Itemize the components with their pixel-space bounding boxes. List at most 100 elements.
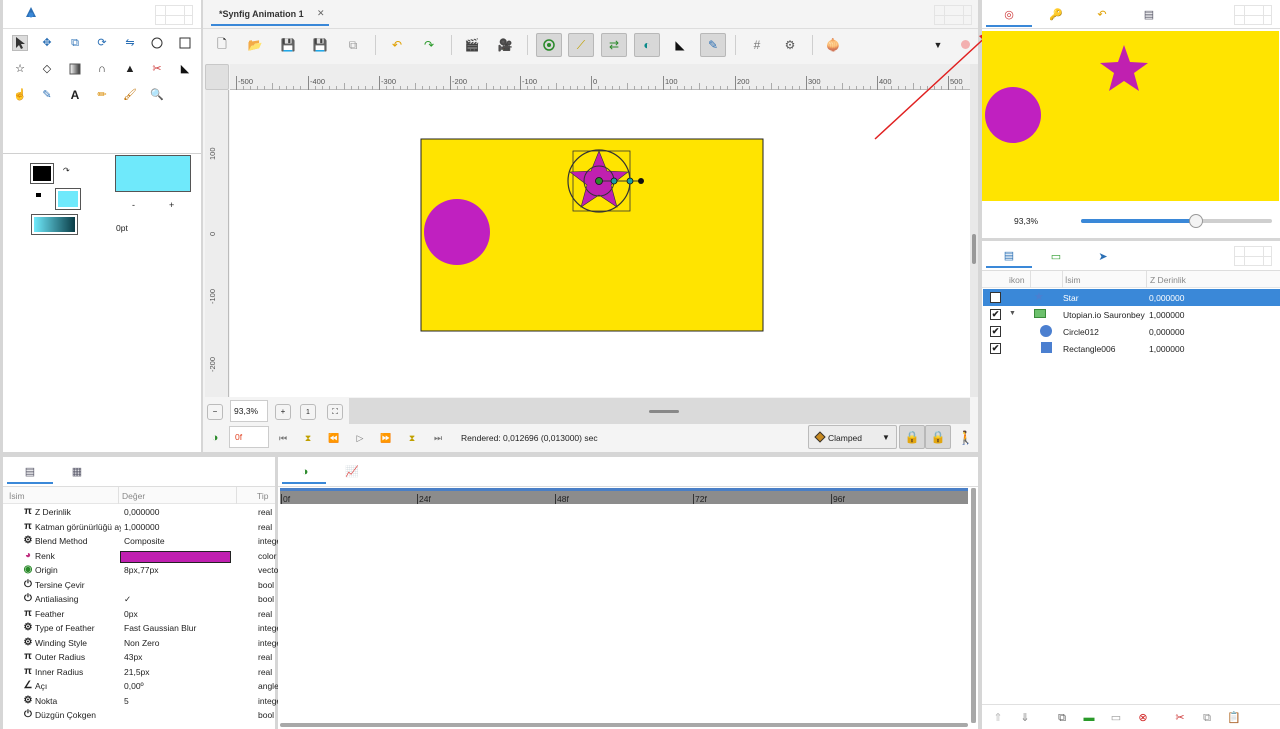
save-all-icon[interactable]: ⧉ <box>340 33 366 57</box>
history-tab-icon[interactable]: ↶ <box>1094 7 1110 23</box>
brush-size-increase[interactable]: + <box>169 200 174 210</box>
param-value[interactable]: 43px <box>124 652 142 662</box>
param-row[interactable]: πZ Derinlik 0,000000 real <box>3 506 278 521</box>
param-row[interactable]: π Inner Radius 21,5px real <box>3 666 278 681</box>
layers-header-zdepth[interactable]: Z Derinlik <box>1150 275 1186 285</box>
curves-tab-icon[interactable]: 📈 <box>344 464 360 480</box>
close-tab-icon[interactable]: ✕ <box>317 8 325 19</box>
navigator-tab[interactable]: ◎ <box>986 4 1032 27</box>
redo-icon[interactable]: ↷ <box>416 33 442 57</box>
layers-header-icon[interactable]: ikon <box>1009 275 1025 285</box>
outline-color-swatch[interactable] <box>30 163 54 184</box>
show-position-handles-icon[interactable] <box>536 33 562 57</box>
polygon-tool-icon[interactable]: ◇ <box>39 61 55 77</box>
encapsulate-icon[interactable]: ▭ <box>1108 710 1124 726</box>
save-as-icon[interactable]: 💾 <box>307 33 333 57</box>
param-row[interactable]: ⚙Winding Style Non Zero intege <box>3 637 278 652</box>
param-row[interactable]: ⏻ Tersine Çevir bool <box>3 579 278 594</box>
delete-layer-icon[interactable]: ⊗ <box>1135 710 1151 726</box>
layer-name[interactable]: Circle012 <box>1063 327 1099 337</box>
navigator-zoom-slider[interactable] <box>1081 214 1272 228</box>
param-row[interactable]: ⚙Type of Feather Fast Gaussian Blur intege <box>3 622 278 637</box>
zoom-in-icon[interactable]: + <box>275 404 291 420</box>
next-frame-icon[interactable]: ⏩ <box>378 430 394 446</box>
width-tool-icon[interactable]: ◣ <box>177 61 193 77</box>
param-row[interactable]: π Katman görünürlüğü ay 1,000000 real <box>3 521 278 536</box>
ruler-corner[interactable] <box>205 64 229 90</box>
lock-past-keyframe-icon[interactable]: 🔒 <box>899 425 925 449</box>
prev-keyframe-icon[interactable]: ⧗ <box>300 430 316 446</box>
param-value[interactable]: Fast Gaussian Blur <box>124 623 196 633</box>
animation-mode-toggle-icon[interactable]: 🚶 <box>958 429 974 445</box>
raise-layer-icon[interactable]: ⇑ <box>990 710 1006 726</box>
brush-size-decrease[interactable]: - <box>132 200 135 210</box>
show-tangent-handles-icon[interactable]: ⟋ <box>568 33 594 57</box>
gradient-swatch[interactable] <box>31 214 78 235</box>
sketch-tool-icon[interactable]: ✏ <box>94 87 110 103</box>
show-angle-handles-icon[interactable]: ◐ <box>634 33 660 57</box>
interpolation-select[interactable]: Clamped ▼ <box>808 425 897 449</box>
lower-layer-icon[interactable]: ⇓ <box>1017 710 1033 726</box>
layer-row-circle[interactable]: ✔ Circle012 0,000000 <box>983 323 1280 340</box>
animation-mode-icon[interactable]: ◑ <box>207 430 223 446</box>
layer-name[interactable]: Rectangle006 <box>1063 344 1115 354</box>
reset-colors-icon[interactable] <box>36 193 41 197</box>
canvas-workarea[interactable] <box>230 90 970 397</box>
layers-header-name[interactable]: İsim <box>1065 275 1081 285</box>
spline-tool-icon[interactable]: ∩ <box>94 61 110 77</box>
param-row[interactable]: ∠ Açı 0,00º angle <box>3 680 278 695</box>
seek-end-icon[interactable]: ⏭ <box>430 430 446 446</box>
param-row[interactable]: ⚙Nokta 5 intege <box>3 695 278 710</box>
timetrack-hscroll[interactable] <box>280 723 968 727</box>
expander-icon[interactable]: ▼ <box>1009 310 1016 317</box>
seek-begin-icon[interactable]: ⏮ <box>275 430 291 446</box>
open-file-icon[interactable]: 📂 <box>242 33 268 57</box>
layer-visibility-checkbox[interactable]: ✔ <box>990 309 1001 320</box>
cut-icon[interactable]: ✂ <box>1172 710 1188 726</box>
param-value[interactable]: Composite <box>124 536 165 546</box>
fill-tool-icon[interactable]: ▲ <box>122 61 138 77</box>
param-value[interactable]: Non Zero <box>124 638 159 648</box>
params-header-type[interactable]: Tip <box>257 491 269 501</box>
group-layer-icon[interactable]: ▬ <box>1081 710 1097 726</box>
param-value[interactable]: 5 <box>124 696 129 706</box>
smooth-move-tool-icon[interactable]: ✥ <box>39 35 55 51</box>
param-value[interactable]: ✓ <box>124 594 131 605</box>
transform-tool-icon[interactable] <box>12 35 28 51</box>
circle-tool-icon[interactable] <box>149 35 165 51</box>
keyframes-tab-icon[interactable]: ▦ <box>69 464 85 480</box>
scale-tool-icon[interactable]: ⧉ <box>67 35 83 51</box>
prev-frame-icon[interactable]: ⏪ <box>326 430 342 446</box>
layer-visibility-checkbox[interactable]: ✔ <box>990 292 1001 303</box>
zoom-100-icon[interactable]: 1 <box>300 404 316 420</box>
grid-icon[interactable]: # <box>744 33 770 57</box>
swap-colors-icon[interactable]: ↷ <box>63 166 70 175</box>
cutout-tool-icon[interactable]: ✂ <box>149 61 165 77</box>
render-icon[interactable]: 🎬 <box>459 33 485 57</box>
vertical-scrollbar[interactable] <box>970 64 978 397</box>
gradient-tool-icon[interactable] <box>67 61 83 77</box>
layer-row-group[interactable]: ✔ ▼ Utopian.io Sauronbey 1,000000 <box>983 306 1280 323</box>
save-icon[interactable]: 💾 <box>275 33 301 57</box>
zoom-tool-icon[interactable]: 🔍 <box>149 87 165 103</box>
lock-future-keyframe-icon[interactable]: 🔒 <box>925 425 951 449</box>
bone-tool-icon[interactable]: ☝ <box>12 87 28 103</box>
param-color-swatch[interactable] <box>120 550 231 563</box>
layer-visibility-checkbox[interactable]: ✔ <box>990 326 1001 337</box>
params-tab[interactable]: ▤ <box>7 461 53 484</box>
navigator-preview[interactable] <box>982 31 1279 201</box>
param-row[interactable]: ⏻ Antialiasing ✓ bool <box>3 593 278 608</box>
params-header-name[interactable]: İsim <box>9 491 25 501</box>
param-value[interactable]: 21,5px <box>124 667 150 677</box>
toolbar-overflow-icon[interactable]: ▼ <box>925 33 951 57</box>
param-value[interactable]: 0,00º <box>124 681 144 691</box>
eyedrop-tool-icon[interactable]: ✎ <box>39 87 55 103</box>
show-bone-handles-icon[interactable]: ◣ <box>667 33 693 57</box>
param-value[interactable]: 1,000000 <box>124 522 159 532</box>
current-frame-input[interactable]: 0f <box>229 426 269 448</box>
undo-icon[interactable]: ↶ <box>384 33 410 57</box>
onion-skin-icon[interactable]: ✎ <box>700 33 726 57</box>
brush-tool-icon[interactable]: 🖌 <box>122 87 138 103</box>
horizontal-scrollbar[interactable] <box>349 398 970 424</box>
layer-visibility-checkbox[interactable]: ✔ <box>990 343 1001 354</box>
